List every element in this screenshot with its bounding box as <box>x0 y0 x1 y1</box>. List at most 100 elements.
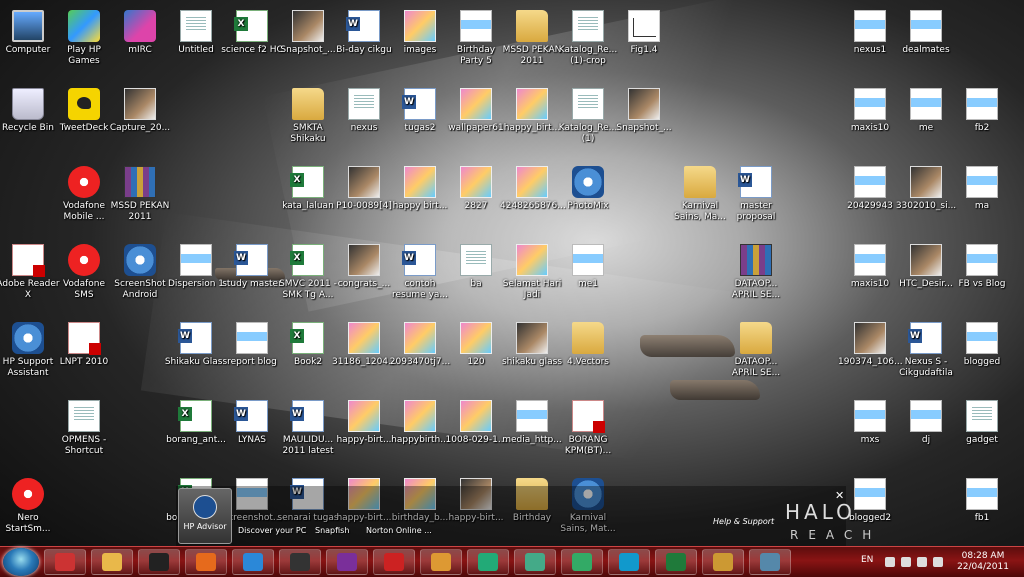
desktop-icon[interactable]: tugas2 <box>388 84 452 158</box>
taskbar-yahoo-button[interactable] <box>326 549 368 575</box>
desktop-icon[interactable]: happy birt... <box>388 162 452 236</box>
desktop-icon[interactable]: SMVC 2011 - SMK Tg A... <box>276 240 340 314</box>
desktop-icon[interactable]: 2093470tj7... <box>388 318 452 392</box>
desktop-icon[interactable]: Capture_20... <box>108 84 172 158</box>
desktop-icon[interactable]: science f2 HC <box>220 6 284 80</box>
desktop-icon[interactable]: MSSD PEKAN 2011 <box>500 6 564 80</box>
desktop-icon[interactable]: Selamat Hari Jadi <box>500 240 564 314</box>
start-button[interactable] <box>3 548 39 576</box>
desktop-icon[interactable]: Untitled <box>164 6 228 80</box>
desktop-icon[interactable]: FB vs Blog <box>950 240 1014 314</box>
desktop-icon[interactable]: SMKTA Shikaku <box>276 84 340 158</box>
desktop-icon[interactable]: Nexus S - Cikgudaftila <box>894 318 958 392</box>
desktop-icon[interactable]: Vodafone SMS <box>52 240 116 314</box>
desktop-icon[interactable]: 190374_106... <box>838 318 903 392</box>
snapfish-link[interactable]: Snapfish <box>315 526 349 535</box>
desktop-icon[interactable]: nexus <box>332 84 396 158</box>
taskbar-explorer-button[interactable] <box>91 549 133 575</box>
tray-chevron-icon[interactable] <box>885 557 895 567</box>
desktop-icon[interactable]: Shikaku Glass <box>164 318 228 392</box>
volume-icon[interactable] <box>933 557 943 567</box>
taskbar-hp-button[interactable] <box>279 549 321 575</box>
desktop-icon[interactable]: gadget <box>950 396 1014 470</box>
desktop-icon[interactable]: dj <box>894 396 958 470</box>
desktop-icon[interactable]: happy_birt... <box>500 84 564 158</box>
desktop-icon[interactable]: Adobe Reader X <box>0 240 60 314</box>
desktop-icon[interactable]: shikaku glass <box>500 318 564 392</box>
desktop-icon[interactable]: 3302010_si... <box>894 162 958 236</box>
desktop-icon[interactable]: media_http... <box>500 396 564 470</box>
desktop-icon[interactable]: master proposal <box>724 162 788 236</box>
help-support-link[interactable]: Help & Support <box>713 517 774 526</box>
desktop-icon[interactable]: dealmates <box>894 6 958 80</box>
desktop-icon[interactable]: Fig1.4 <box>612 6 676 80</box>
desktop-icon[interactable]: TweetDeck <box>52 84 116 158</box>
taskbar-msn-button[interactable] <box>467 549 509 575</box>
desktop-icon[interactable]: wallpaper61 <box>444 84 508 158</box>
taskbar-chrome-button[interactable] <box>514 549 556 575</box>
clock[interactable]: 08:28 AM 22/04/2011 <box>955 551 1011 573</box>
hp-advisor-widget[interactable]: HP Advisor <box>178 488 232 544</box>
discover-pc-link[interactable]: Discover your PC <box>238 526 306 535</box>
desktop-icon[interactable]: PhotoMix <box>556 162 620 236</box>
taskbar-skype-button[interactable] <box>608 549 650 575</box>
taskbar-people-button[interactable] <box>561 549 603 575</box>
desktop-icon[interactable]: ScreenShot Android <box>108 240 172 314</box>
desktop-icon[interactable]: Katalog_Re... (1) <box>556 84 620 158</box>
desktop-icon[interactable]: Katalog_Re... (1)-crop <box>556 6 620 80</box>
desktop-icon[interactable]: happybirth... <box>388 396 452 470</box>
desktop-icon[interactable]: Recycle Bin <box>0 84 60 158</box>
desktop-icon[interactable]: 4.Vectors <box>556 318 620 392</box>
desktop-icon[interactable]: 31186_1204... <box>332 318 397 392</box>
desktop-icon[interactable]: DATAOP... APRIL SE... <box>724 318 788 392</box>
desktop-icon[interactable]: Bi-day cikgu <box>332 6 396 80</box>
desktop-icon[interactable]: report blog <box>220 318 284 392</box>
desktop-icon[interactable]: Book2 <box>276 318 340 392</box>
desktop-icon[interactable]: happy-birt... <box>332 396 396 470</box>
desktop-icon[interactable]: BORANG KPM(BT)... <box>556 396 620 470</box>
desktop-icon[interactable]: 1008-029-1... <box>444 396 508 470</box>
desktop-icon[interactable]: Birthday Party 5 <box>444 6 508 80</box>
language-indicator[interactable]: EN <box>861 555 873 565</box>
taskbar-paint-button[interactable] <box>420 549 462 575</box>
taskbar-gallery-button[interactable] <box>749 549 791 575</box>
desktop-icon[interactable]: Snapshot_... <box>276 6 340 80</box>
desktop-icon[interactable]: mIRC <box>108 6 172 80</box>
desktop-icon[interactable]: HTC_Desir... <box>894 240 958 314</box>
desktop-icon[interactable]: Dispersion 1 <box>164 240 228 314</box>
desktop-icon[interactable]: Computer <box>0 6 60 80</box>
taskbar-winamp-button[interactable] <box>138 549 180 575</box>
desktop-icon[interactable]: LYNAS <box>220 396 284 470</box>
desktop-icon[interactable]: kata_laluan <box>276 162 340 236</box>
desktop-icon[interactable]: study master <box>220 240 284 314</box>
desktop-icon[interactable]: Vodafone Mobile ... <box>52 162 116 236</box>
desktop-icon[interactable]: MSSD PEKAN 2011 <box>108 162 172 236</box>
battery-icon[interactable] <box>901 557 911 567</box>
desktop-icon[interactable]: Snapshot_... <box>612 84 676 158</box>
taskbar-acrobat-button[interactable] <box>373 549 415 575</box>
taskbar-excel-button[interactable] <box>655 549 697 575</box>
taskbar-media-player-button[interactable] <box>44 549 86 575</box>
desktop-icon[interactable]: LNPT 2010 <box>52 318 116 392</box>
desktop-icon[interactable]: me1 <box>556 240 620 314</box>
desktop-icon[interactable]: OPMENS - Shortcut <box>52 396 116 470</box>
desktop-icon[interactable]: Karnival Sains, Ma... <box>668 162 732 236</box>
desktop-icon[interactable]: ma <box>950 162 1014 236</box>
taskbar-security-button[interactable] <box>702 549 744 575</box>
desktop-icon[interactable]: mxs <box>838 396 902 470</box>
desktop-icon[interactable]: DATAOP... APRIL SE... <box>724 240 788 314</box>
desktop-icon[interactable]: maxis10 <box>838 240 902 314</box>
norton-link[interactable]: Norton Online ... <box>366 526 432 535</box>
taskbar-firefox-button[interactable] <box>185 549 227 575</box>
desktop-icon[interactable]: borang_ant... <box>164 396 228 470</box>
desktop-icon[interactable]: congrats_... <box>332 240 396 314</box>
desktop-icon[interactable]: maxis10 <box>838 84 902 158</box>
desktop-icon[interactable]: ba <box>444 240 508 314</box>
desktop-icon[interactable]: images <box>388 6 452 80</box>
desktop-icon[interactable]: P10-0089[4] <box>332 162 396 236</box>
desktop-icon[interactable]: me <box>894 84 958 158</box>
desktop-icon[interactable]: fb1 <box>950 474 1014 548</box>
desktop-icon[interactable]: 2827 <box>444 162 508 236</box>
desktop-icon[interactable]: 20429943 <box>838 162 902 236</box>
taskbar-ie-button[interactable] <box>232 549 274 575</box>
